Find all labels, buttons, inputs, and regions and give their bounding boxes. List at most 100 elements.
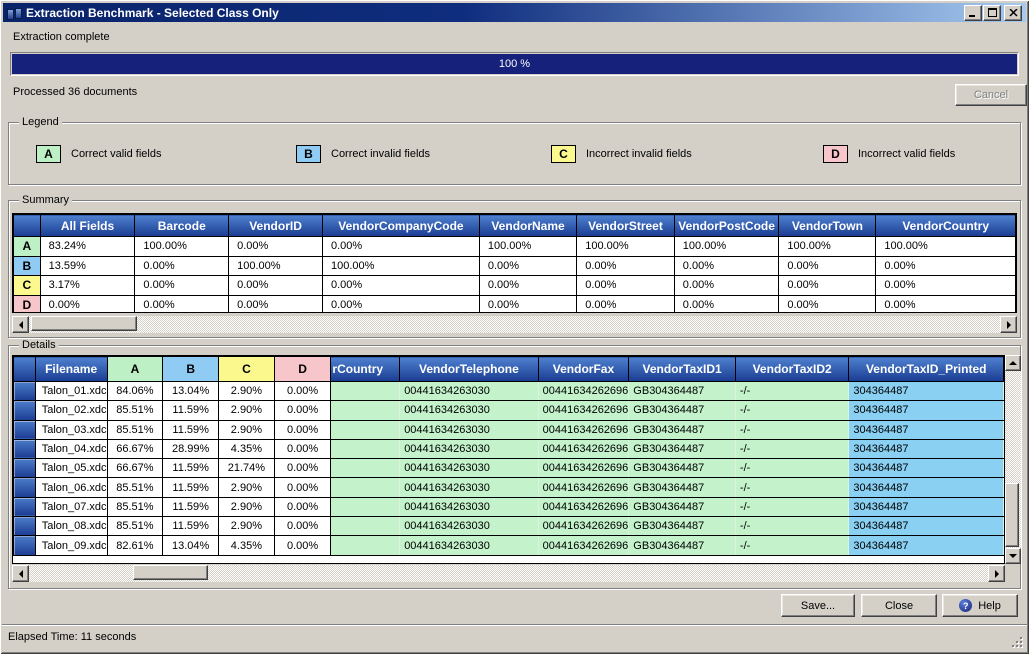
close-dialog-button[interactable]: Close — [861, 594, 937, 617]
summary-cell: 100.00% — [229, 256, 323, 276]
summary-column-header[interactable]: VendorID — [229, 215, 323, 237]
details-cell: -/- — [735, 420, 849, 439]
details-hscrollbar[interactable] — [12, 565, 1005, 582]
row-selector[interactable] — [14, 382, 36, 401]
summary-cell: 0.00% — [229, 237, 323, 257]
details-column-header[interactable]: A — [107, 357, 163, 382]
summary-hscrollbar[interactable] — [12, 316, 1017, 333]
details-cell: 304364487 — [849, 382, 1004, 401]
summary-column-header[interactable]: VendorStreet — [577, 215, 675, 237]
minimize-button[interactable] — [964, 5, 982, 21]
summary-column-header[interactable]: VendorCompanyCode — [323, 215, 480, 237]
summary-row-header-C: C — [14, 276, 41, 296]
summary-cell: 83.24% — [40, 237, 135, 257]
details-column-header[interactable]: VendorTelephone — [400, 357, 538, 382]
summary-scroll-right-button[interactable] — [1000, 316, 1017, 333]
legend-swatch-C: C — [551, 145, 576, 163]
summary-row-header-D: D — [14, 295, 41, 313]
row-selector[interactable] — [14, 420, 36, 439]
cancel-button-label: Cancel — [974, 89, 1008, 101]
details-column-header[interactable]: C — [219, 357, 275, 382]
details-row: Talon_08.xdc85.51%11.59%2.90%0.00%004416… — [14, 517, 1004, 536]
details-cell: 2.90% — [219, 517, 275, 536]
summary-column-header[interactable]: VendorName — [479, 215, 576, 237]
details-cell: GB304364487 — [629, 497, 736, 516]
row-selector[interactable] — [14, 478, 36, 497]
details-hscroll-track[interactable] — [29, 565, 988, 582]
details-scroll-right-button[interactable] — [988, 565, 1005, 582]
summary-cell: 0.00% — [779, 276, 876, 296]
details-cell: Talon_05.xdc — [35, 459, 107, 478]
statusbar-separator — [2, 624, 1027, 626]
details-column-header[interactable]: rCountry — [331, 357, 400, 382]
help-button[interactable]: ? Help — [942, 594, 1018, 617]
save-button-label: Save... — [801, 600, 835, 612]
details-header-row: FilenameABCDrCountryVendorTelephoneVendo… — [14, 357, 1004, 382]
summary-cell: 100.00% — [479, 237, 576, 257]
details-cell — [331, 478, 400, 497]
details-column-header[interactable]: B — [163, 357, 219, 382]
summary-hscroll-thumb[interactable] — [31, 316, 137, 331]
details-scroll-down-button[interactable] — [1005, 548, 1021, 564]
details-column-header[interactable]: VendorTaxID2 — [735, 357, 849, 382]
details-column-header[interactable]: Filename — [35, 357, 107, 382]
row-selector[interactable] — [14, 439, 36, 458]
details-cell: 2.90% — [219, 420, 275, 439]
maximize-button[interactable] — [983, 5, 1001, 21]
details-vscroll-track[interactable] — [1005, 371, 1021, 548]
row-selector[interactable] — [14, 536, 36, 555]
details-cell: 2.90% — [219, 497, 275, 516]
details-table: FilenameABCDrCountryVendorTelephoneVendo… — [13, 356, 1004, 556]
close-button-label: Close — [885, 600, 913, 612]
details-scroll-up-button[interactable] — [1005, 355, 1021, 371]
details-cell: 0.00% — [274, 497, 331, 516]
close-button[interactable] — [1004, 5, 1022, 21]
summary-column-header[interactable]: VendorCountry — [876, 215, 1016, 237]
details-cell — [331, 497, 400, 516]
summary-column-header[interactable]: VendorPostCode — [674, 215, 779, 237]
details-cell: 0.00% — [274, 478, 331, 497]
summary-hscroll-track[interactable] — [29, 316, 1000, 333]
details-cell: 85.51% — [107, 517, 163, 536]
summary-column-header[interactable]: All Fields — [40, 215, 135, 237]
legend-swatch-A: A — [36, 145, 61, 163]
cancel-button[interactable]: Cancel — [955, 84, 1027, 106]
summary-scroll-left-button[interactable] — [12, 316, 29, 333]
row-selector[interactable] — [14, 401, 36, 420]
details-cell: 00441634263030 — [400, 536, 538, 555]
details-cell: 00441634263030 — [400, 382, 538, 401]
summary-cell: 0.00% — [479, 256, 576, 276]
details-column-header[interactable]: D — [274, 357, 331, 382]
details-hscroll-thumb[interactable] — [133, 565, 208, 580]
summary-cell: 0.00% — [876, 276, 1016, 296]
app-icon[interactable] — [6, 6, 22, 20]
details-vscrollbar[interactable] — [1005, 355, 1021, 564]
row-selector[interactable] — [14, 459, 36, 478]
resize-grip[interactable] — [1011, 636, 1025, 650]
details-cell: 2.90% — [219, 382, 275, 401]
legend-item-C: CIncorrect invalid fields — [551, 145, 692, 163]
summary-cell: 0.00% — [479, 276, 576, 296]
details-column-header[interactable]: VendorTaxID1 — [629, 357, 736, 382]
details-vscroll-thumb[interactable] — [1005, 483, 1019, 547]
row-selector[interactable] — [14, 517, 36, 536]
summary-column-header[interactable]: VendorTown — [779, 215, 876, 237]
summary-cell: 0.00% — [577, 256, 675, 276]
titlebar[interactable]: Extraction Benchmark - Selected Class On… — [3, 3, 1026, 22]
details-cell: 11.59% — [163, 401, 219, 420]
legend-swatch-D: D — [823, 145, 848, 163]
details-title: Details — [19, 339, 59, 352]
details-cell: 00441634262696 — [538, 536, 629, 555]
legend-item-A: ACorrect valid fields — [36, 145, 161, 163]
arrow-up-icon — [1009, 361, 1017, 365]
summary-cell: 0.00% — [229, 276, 323, 296]
details-scroll-left-button[interactable] — [12, 565, 29, 582]
row-selector[interactable] — [14, 497, 36, 516]
details-cell: 11.59% — [163, 420, 219, 439]
details-column-header[interactable]: VendorTaxID_Printed — [849, 357, 1004, 382]
details-column-header[interactable]: VendorFax — [538, 357, 629, 382]
save-button[interactable]: Save... — [781, 594, 855, 617]
details-corner-cell — [14, 357, 36, 382]
details-cell: 00441634263030 — [400, 478, 538, 497]
summary-column-header[interactable]: Barcode — [135, 215, 229, 237]
